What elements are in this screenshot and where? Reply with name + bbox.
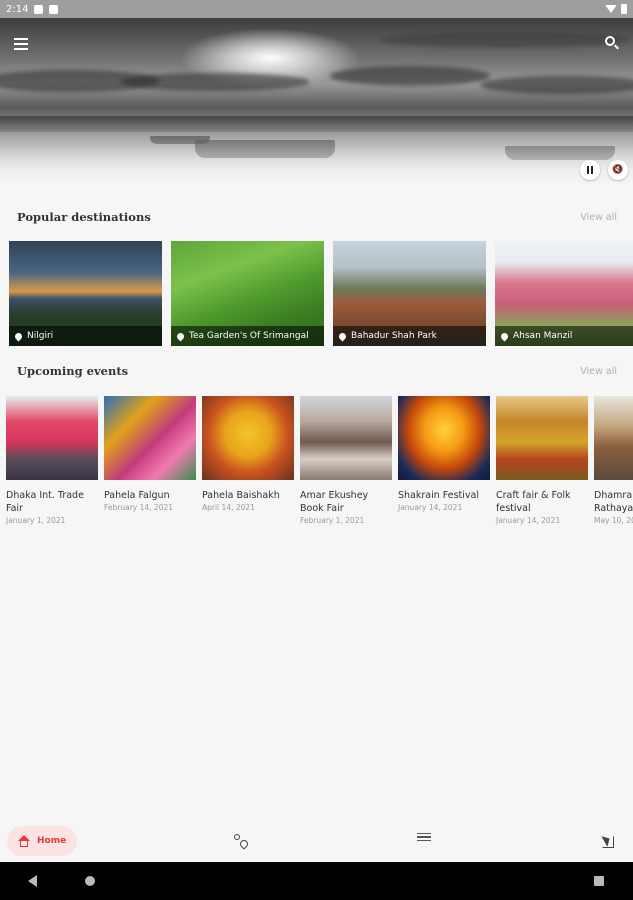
event-card[interactable]: Pahela Falgun February 14, 2021 xyxy=(104,396,196,525)
wifi-icon xyxy=(605,5,617,13)
event-image xyxy=(300,396,392,480)
event-date: February 14, 2021 xyxy=(104,503,174,512)
event-image xyxy=(202,396,294,480)
event-title: Dhamrai Rathayatra xyxy=(594,490,633,514)
destination-card-bahadur-shah-park[interactable]: Bahadur Shah Park xyxy=(333,241,486,346)
status-bar: 2:14 xyxy=(0,0,633,18)
home-icon xyxy=(17,835,31,847)
hero-fade xyxy=(0,130,633,190)
pause-icon xyxy=(587,166,593,174)
event-image xyxy=(104,396,196,480)
destination-card-tea-garden[interactable]: Tea Garden's Of Srimangal xyxy=(171,241,324,346)
app-screen: 2:14 🔇 Popular destinations View all Nil… xyxy=(0,0,633,900)
popular-destinations-header: Popular destinations View all xyxy=(17,210,617,224)
location-pin-icon xyxy=(499,331,510,341)
nav-home-label: Home xyxy=(37,836,67,846)
upcoming-events-header: Upcoming events View all xyxy=(17,364,617,378)
brand-logo-icon[interactable] xyxy=(414,833,434,851)
destination-label: Tea Garden's Of Srimangal xyxy=(171,326,324,346)
event-date: May 10, 2021 xyxy=(594,516,633,525)
event-card[interactable]: Craft fair & Folk festival January 14, 2… xyxy=(496,396,588,525)
event-date: January 1, 2021 xyxy=(6,516,66,525)
mute-button[interactable]: 🔇 xyxy=(608,160,628,180)
destination-name: Bahadur Shah Park xyxy=(351,331,437,341)
event-date: January 14, 2021 xyxy=(496,516,561,525)
pause-button[interactable] xyxy=(580,160,600,180)
battery-icon xyxy=(621,4,627,14)
event-card[interactable]: Dhaka Int. Trade Fair January 1, 2021 xyxy=(6,396,98,525)
event-card[interactable]: Pahela Baishakh April 14, 2021 xyxy=(202,396,294,525)
hero-cloud xyxy=(380,32,630,48)
event-card[interactable]: Shakrain Festival January 14, 2021 xyxy=(398,396,490,525)
sim-notification-icon xyxy=(49,4,59,14)
status-time: 2:14 xyxy=(6,3,29,15)
destination-name: Ahsan Manzil xyxy=(513,331,573,341)
destination-card-nilgiri[interactable]: Nilgiri xyxy=(9,241,162,346)
event-date: January 14, 2021 xyxy=(398,503,463,512)
event-image xyxy=(594,396,633,480)
hero-cloud xyxy=(330,66,490,86)
bottom-navigation: Home xyxy=(0,820,633,862)
destination-name: Nilgiri xyxy=(27,331,54,341)
destination-label: Nilgiri xyxy=(9,326,162,346)
event-image xyxy=(496,396,588,480)
upcoming-events-title: Upcoming events xyxy=(17,364,129,378)
mute-icon: 🔇 xyxy=(612,165,624,175)
search-icon[interactable] xyxy=(605,36,619,50)
recents-icon[interactable] xyxy=(594,876,604,886)
destinations-carousel[interactable]: Nilgiri Tea Garden's Of Srimangal Bahadu… xyxy=(9,241,633,346)
back-icon[interactable] xyxy=(28,875,37,887)
event-card[interactable]: Dhamrai Rathayatra May 10, 2021 xyxy=(594,396,633,525)
event-title: Amar Ekushey Book Fair xyxy=(300,490,369,514)
event-date: February 1, 2021 xyxy=(300,516,365,525)
nav-home-tab[interactable]: Home xyxy=(7,826,77,856)
event-image xyxy=(398,396,490,480)
destination-card-ahsan-manzil[interactable]: Ahsan Manzil xyxy=(495,241,633,346)
events-carousel[interactable]: Dhaka Int. Trade Fair January 1, 2021 Pa… xyxy=(6,396,633,525)
location-pin-icon xyxy=(337,331,348,341)
cursor-select-icon[interactable] xyxy=(600,832,618,850)
menu-icon[interactable] xyxy=(14,38,28,50)
event-date: April 14, 2021 xyxy=(202,503,255,512)
system-navigation-bar xyxy=(0,862,633,900)
hero-cloud xyxy=(120,73,310,91)
event-title: Pahela Baishakh xyxy=(202,490,280,501)
app-notification-icon xyxy=(34,4,44,14)
map-pin-route-icon[interactable] xyxy=(232,832,250,850)
popular-view-all-link[interactable]: View all xyxy=(580,212,617,223)
event-card[interactable]: Amar Ekushey Book Fair February 1, 2021 xyxy=(300,396,392,525)
event-title: Craft fair & Folk festival xyxy=(496,490,571,514)
event-title: Pahela Falgun xyxy=(104,490,170,501)
events-view-all-link[interactable]: View all xyxy=(580,366,617,377)
popular-destinations-title: Popular destinations xyxy=(17,210,151,224)
destination-name: Tea Garden's Of Srimangal xyxy=(189,331,309,341)
location-pin-icon xyxy=(175,331,186,341)
destination-label: Bahadur Shah Park xyxy=(333,326,486,346)
destination-label: Ahsan Manzil xyxy=(495,326,633,346)
event-image xyxy=(6,396,98,480)
event-title: Dhaka Int. Trade Fair xyxy=(6,490,84,514)
location-pin-icon xyxy=(13,331,24,341)
hero-banner: 🔇 xyxy=(0,18,633,190)
event-title: Shakrain Festival xyxy=(398,490,479,501)
system-home-icon[interactable] xyxy=(85,876,95,886)
